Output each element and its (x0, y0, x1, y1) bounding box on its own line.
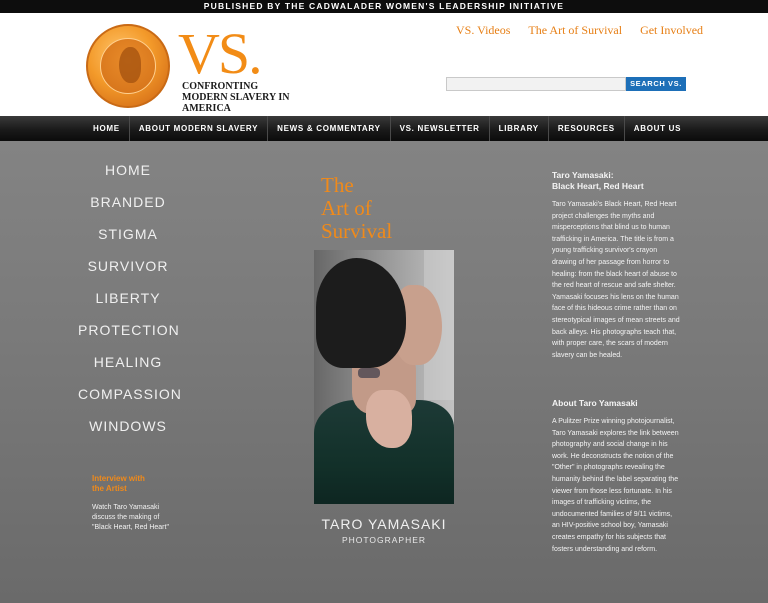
search-input[interactable] (446, 77, 626, 91)
sidebar-item-compassion[interactable]: COMPASSION (78, 382, 181, 414)
page-title-line-1: The (321, 173, 354, 197)
nav-item-resources[interactable]: RESOURCES (549, 116, 625, 141)
project-title-line-1: Taro Yamasaki: (552, 170, 614, 180)
photographer-role: PHOTOGRAPHER (341, 535, 427, 545)
photo-hair (316, 258, 406, 368)
sidebar-item-home[interactable]: HOME (78, 158, 178, 190)
interview-link[interactable]: Interview with the Artist (92, 474, 154, 494)
sidebar-item-liberty[interactable]: LIBERTY (78, 286, 178, 318)
search-button[interactable]: SEARCH VS. (626, 77, 686, 91)
nav-item-news-commentary[interactable]: NEWS & COMMENTARY (268, 116, 391, 141)
vs-logo[interactable]: VS. (178, 25, 263, 83)
project-description: Taro Yamasaki: Black Heart, Red Heart Ta… (552, 170, 680, 361)
sidebar-item-stigma[interactable]: STIGMA (78, 222, 178, 254)
seal-logo-icon[interactable] (86, 24, 170, 108)
project-text: Taro Yamasaki's Black Heart, Red Heart p… (552, 201, 680, 359)
header-link-get-involved[interactable]: Get Involved (640, 23, 703, 38)
photographer-name: TARO YAMASAKI (321, 516, 447, 532)
interview-description: Watch Taro Yamasaki discuss the making o… (92, 504, 169, 531)
logo-tagline: CONFRONTING MODERN SLAVERY IN AMERICA (182, 81, 290, 114)
nav-item-about-us[interactable]: ABOUT US (625, 116, 690, 141)
portrait-silhouette (119, 47, 141, 83)
seal-center (100, 38, 156, 94)
about-title: About Taro Yamasaki (552, 398, 638, 408)
portrait-photo (314, 250, 454, 504)
project-title-line-2: Black Heart, Red Heart (552, 181, 644, 191)
sidebar-item-branded[interactable]: BRANDED (78, 190, 178, 222)
sidebar-item-healing[interactable]: HEALING (78, 350, 178, 382)
site-header: VS. CONFRONTING MODERN SLAVERY IN AMERIC… (0, 13, 768, 116)
main-nav: HOME ABOUT MODERN SLAVERY NEWS & COMMENT… (0, 116, 768, 141)
page-title-line-3: Survival (321, 219, 393, 243)
top-banner: PUBLISHED BY THE CADWALADER WOMEN'S LEAD… (0, 0, 768, 13)
page-title: The Art of Survival (321, 174, 451, 243)
sidebar-item-survivor[interactable]: SURVIVOR (78, 254, 178, 286)
nav-item-home[interactable]: HOME (84, 116, 130, 141)
header-link-videos[interactable]: VS. Videos (456, 23, 510, 38)
header-link-art-of-survival[interactable]: The Art of Survival (528, 23, 622, 38)
nav-item-library[interactable]: LIBRARY (490, 116, 549, 141)
about-text: A Pulitzer Prize winning photojournalist… (552, 418, 679, 553)
sidebar-menu: HOME BRANDED STIGMA SURVIVOR LIBERTY PRO… (78, 158, 181, 446)
sidebar-item-windows[interactable]: WINDOWS (78, 414, 178, 446)
nav-item-about-modern-slavery[interactable]: ABOUT MODERN SLAVERY (130, 116, 269, 141)
about-photographer: About Taro Yamasaki A Pulitzer Prize win… (552, 398, 680, 555)
photo-tattoo (358, 368, 380, 378)
sidebar-item-protection[interactable]: PROTECTION (78, 318, 179, 350)
project-title: Taro Yamasaki: Black Heart, Red Heart (552, 170, 680, 192)
page-title-line-2: Art of (321, 196, 372, 220)
header-links: VS. Videos The Art of Survival Get Invol… (456, 23, 703, 38)
nav-item-newsletter[interactable]: VS. NEWSLETTER (391, 116, 490, 141)
